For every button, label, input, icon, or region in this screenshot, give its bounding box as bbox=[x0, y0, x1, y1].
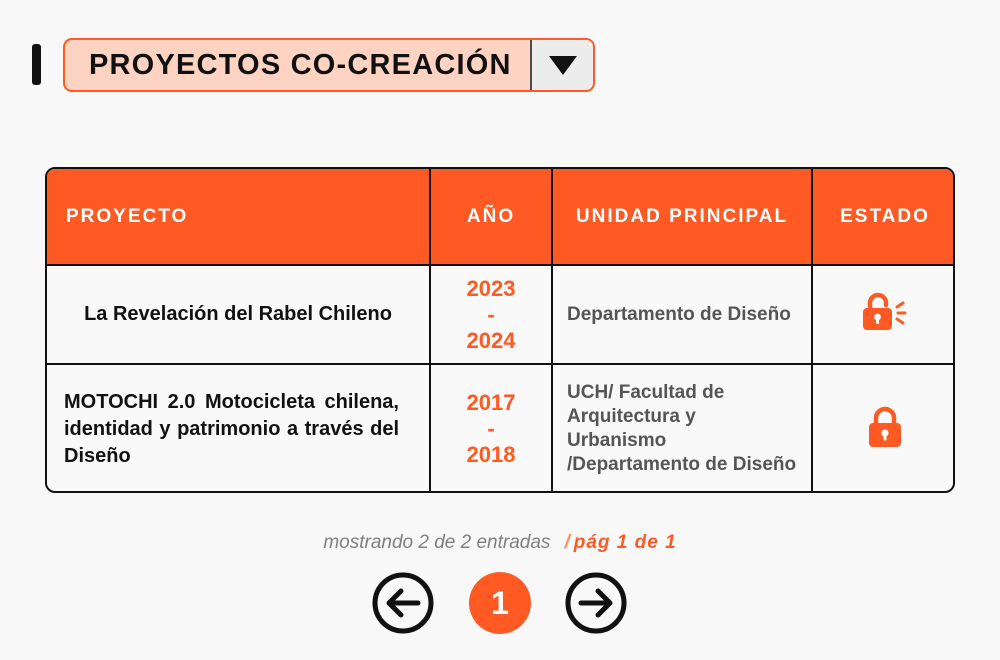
year-start: 2017 bbox=[466, 390, 516, 415]
column-header-ano[interactable]: AÑO bbox=[429, 169, 553, 266]
locked-icon bbox=[868, 406, 902, 453]
year-start: 2023 bbox=[466, 275, 516, 301]
dropdown-toggle-button[interactable] bbox=[530, 40, 593, 90]
arrow-right-circle-icon bbox=[565, 572, 627, 634]
project-state bbox=[811, 363, 953, 491]
previous-page-button[interactable] bbox=[372, 572, 434, 634]
table-row[interactable]: La Revelación del Rabel Chileno 2023 - 2… bbox=[47, 264, 953, 365]
arrow-left-circle-icon bbox=[372, 572, 434, 634]
projects-table: PROYECTO AÑO UNIDAD PRINCIPAL ESTADO La … bbox=[45, 167, 955, 493]
project-year: 2017 - 2018 bbox=[429, 363, 553, 491]
current-page-button[interactable]: 1 bbox=[469, 572, 531, 634]
unlocked-icon bbox=[862, 292, 908, 337]
category-dropdown[interactable]: PROYECTOS CO-CREACIÓN bbox=[63, 38, 595, 92]
pagination-separator: / bbox=[564, 532, 570, 553]
column-header-proyecto[interactable]: PROYECTO bbox=[47, 169, 431, 266]
year-end: 2018 bbox=[466, 442, 516, 467]
page-indicator: pág 1 de 1 bbox=[573, 532, 677, 553]
year-end: 2024 bbox=[466, 327, 516, 353]
column-header-estado[interactable]: ESTADO bbox=[811, 169, 953, 266]
triangle-down-icon bbox=[548, 56, 577, 75]
project-unit: Departamento de Diseño bbox=[551, 264, 813, 365]
project-unit: UCH/ Facultad de Arquitectura y Urbanism… bbox=[551, 363, 813, 491]
project-year: 2023 - 2024 bbox=[429, 264, 553, 365]
project-name[interactable]: MOTOCHI 2.0 Motocicleta chilena, identid… bbox=[47, 363, 431, 491]
next-page-button[interactable] bbox=[565, 572, 627, 634]
table-row[interactable]: MOTOCHI 2.0 Motocicleta chilena, identid… bbox=[47, 363, 953, 491]
year-separator: - bbox=[487, 301, 495, 327]
year-separator: - bbox=[487, 416, 495, 441]
project-state bbox=[811, 264, 953, 365]
project-name[interactable]: La Revelación del Rabel Chileno bbox=[47, 264, 431, 365]
table-header-row: PROYECTO AÑO UNIDAD PRINCIPAL ESTADO bbox=[47, 169, 953, 266]
section-marker bbox=[32, 44, 41, 85]
column-header-unidad[interactable]: UNIDAD PRINCIPAL bbox=[551, 169, 813, 266]
pagination-info: mostrando 2 de 2 entradas / pág 1 de 1 bbox=[0, 532, 1000, 554]
dropdown-label: PROYECTOS CO-CREACIÓN bbox=[89, 48, 512, 81]
entries-count: mostrando 2 de 2 entradas bbox=[323, 532, 551, 553]
